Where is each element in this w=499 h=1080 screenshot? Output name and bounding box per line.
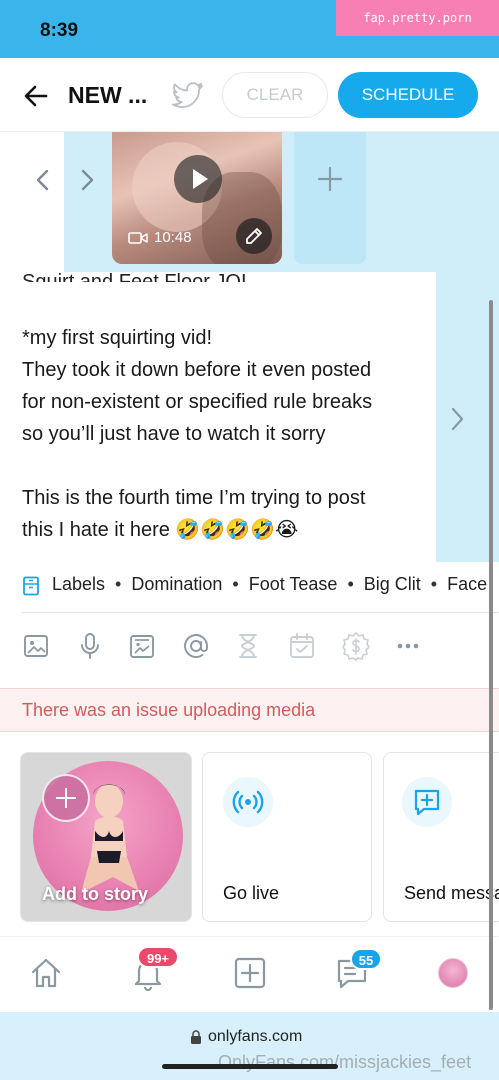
notifications-badge: 99+ [137,946,179,968]
go-live-label: Go live [223,883,280,903]
microphone-icon[interactable] [74,630,106,662]
plus-icon[interactable] [317,166,343,192]
video-duration: 10:48 [154,229,192,246]
compose-header: NEW ... CLEAR SCHEDULE [0,58,499,132]
lock-icon [191,1030,201,1044]
calendar-icon[interactable] [286,630,318,662]
price-icon[interactable] [340,630,372,662]
error-message: There was an issue uploading media [22,700,316,720]
clear-button[interactable]: CLEAR [222,72,328,118]
post-title-clipped: Squirt and Feet Floor JOI [22,271,247,282]
add-story-label: Add to story [42,884,148,904]
profile-avatar[interactable] [438,958,468,988]
watermark-text: OnlyFans.com/missjackies_feet [218,1052,472,1072]
labels-title[interactable]: Labels [52,574,105,595]
go-live-card[interactable]: Go live [202,752,372,922]
home-indicator[interactable] [162,1064,338,1069]
pencil-icon [246,228,262,244]
scrollbar[interactable] [489,300,493,1010]
labels-row[interactable]: Labels • Domination • Foot Tease • Big Clit • Fa… [0,566,499,606]
compose-toolbar [0,630,499,674]
twitter-icon[interactable] [172,82,204,110]
label-chip[interactable]: Domination [131,574,222,595]
upload-error-banner: There was an issue uploading media [0,688,499,732]
schedule-button[interactable]: SCHEDULE [338,72,478,118]
add-story-plus-icon[interactable] [42,774,90,822]
chevron-right-icon[interactable] [446,406,468,432]
play-icon[interactable] [174,155,222,203]
hourglass-icon[interactable] [232,630,264,662]
label-icon [23,576,39,596]
send-message-card[interactable]: Send message [383,752,499,922]
video-camera-icon [128,232,148,244]
status-time: 8:39 [40,20,79,41]
divider [22,612,499,613]
back-arrow-icon[interactable] [22,82,50,110]
label-chip[interactable]: Foot Tease [249,574,338,595]
post-body-text[interactable]: *my first squirting vid! They took it do… [22,322,432,546]
chevron-right-icon[interactable] [76,168,98,192]
page-title: NEW ... [68,82,148,108]
image-icon[interactable] [20,630,52,662]
message-plus-icon [414,789,440,816]
labels-list: Labels • Domination • Foot Tease • Big Clit • Fa… [52,574,488,595]
live-icon-circle [223,777,273,827]
message-icon-circle [402,777,452,827]
mention-icon[interactable] [180,630,212,662]
vault-icon[interactable] [126,630,158,662]
home-icon[interactable] [28,955,64,991]
label-chip[interactable]: Face [447,574,487,595]
label-chip[interactable]: Big Clit [364,574,421,595]
send-message-label: Send message [404,883,499,903]
edit-media-button[interactable] [236,218,272,254]
chevron-left-icon[interactable] [32,168,54,192]
watermark-tag: fap.pretty.porn [336,0,499,36]
more-icon[interactable] [392,630,424,662]
broadcast-icon [232,790,264,814]
messages-badge: 55 [350,948,382,970]
bottom-navigation [0,936,499,1012]
add-post-icon[interactable] [232,955,268,991]
add-media-slot[interactable] [294,132,366,264]
url-text[interactable]: onlyfans.com [208,1028,302,1046]
